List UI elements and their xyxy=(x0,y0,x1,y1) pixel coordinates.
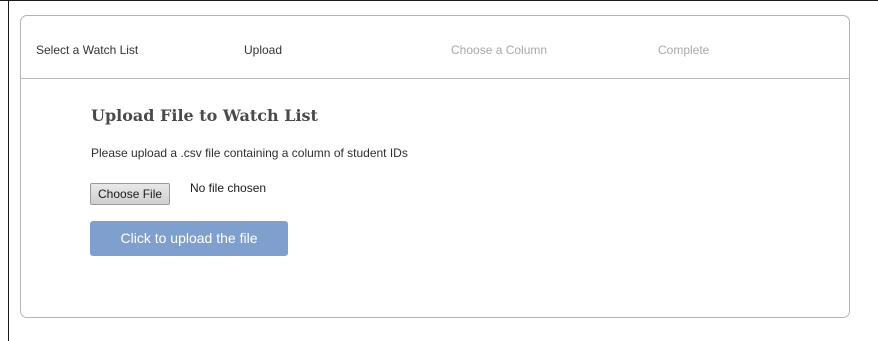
choose-file-button[interactable]: Choose File xyxy=(90,183,171,205)
upload-instructions: Please upload a .csv file containing a c… xyxy=(91,146,408,160)
upload-wizard-card: Select a Watch List Upload Choose a Colu… xyxy=(20,15,850,318)
wizard-steps: Select a Watch List Upload Choose a Colu… xyxy=(21,16,849,79)
step-choose-column: Choose a Column xyxy=(451,43,548,57)
step-select-watch-list[interactable]: Select a Watch List xyxy=(36,43,138,57)
step-upload[interactable]: Upload xyxy=(244,43,282,57)
frame-top-border xyxy=(0,0,878,1)
upload-file-button[interactable]: Click to upload the file xyxy=(90,221,288,256)
step-complete: Complete xyxy=(658,43,710,57)
page-title: Upload File to Watch List xyxy=(91,106,318,125)
file-status-text: No file chosen xyxy=(190,181,267,195)
frame-left-border xyxy=(8,0,9,341)
